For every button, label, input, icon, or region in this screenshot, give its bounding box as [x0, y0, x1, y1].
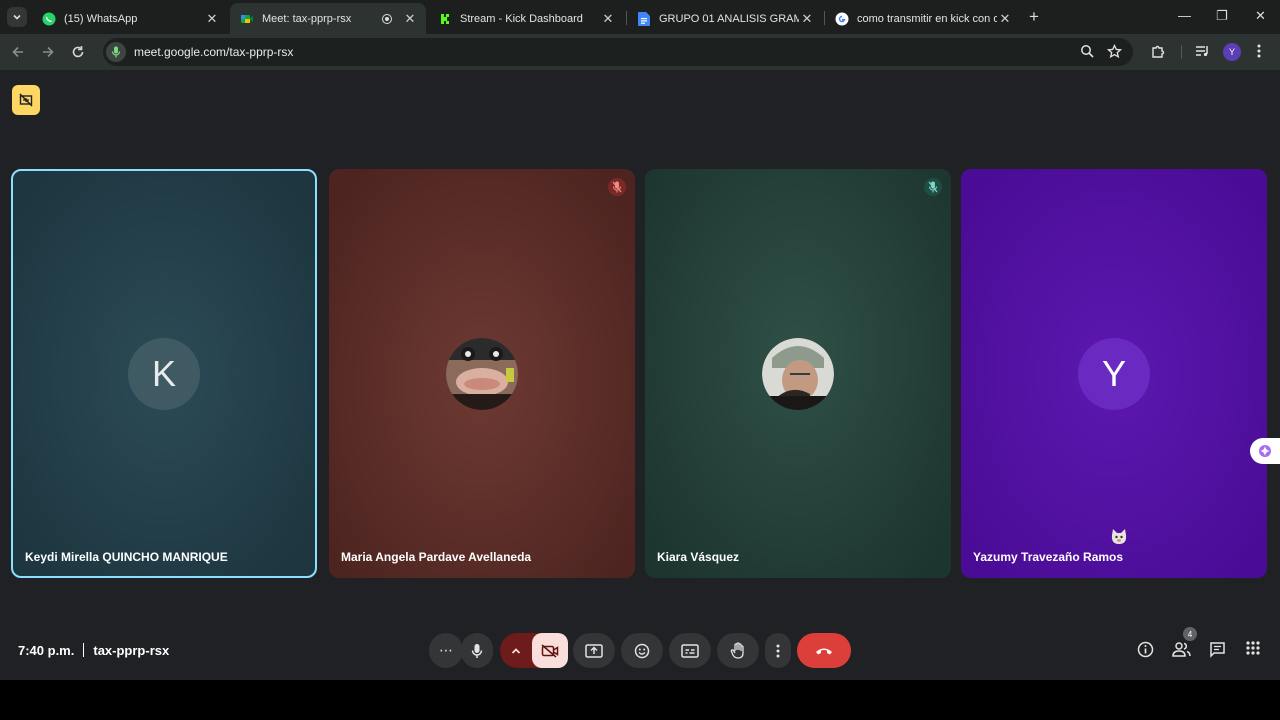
raise-hand-icon	[730, 642, 744, 659]
camera-options-button[interactable]	[500, 647, 532, 655]
camera-control-group	[500, 633, 568, 668]
extensions-icon[interactable]	[1150, 43, 1166, 59]
tab-title: como transmitir en kick con ob	[857, 12, 997, 25]
tab-title: (15) WhatsApp	[64, 12, 138, 25]
participant-name: Yazumy Travezaño Ramos	[973, 550, 1124, 564]
forward-icon[interactable]	[41, 45, 55, 59]
docs-icon	[637, 11, 651, 26]
kebab-menu-icon	[776, 644, 780, 657]
kebab-menu-icon[interactable]	[1256, 43, 1262, 59]
leave-call-button[interactable]	[797, 633, 851, 668]
participant-tile[interactable]: K Keydi Mirella QUINCHO MANRIQUE	[11, 169, 317, 578]
profile-avatar[interactable]: Y	[1223, 43, 1241, 61]
more-options-button[interactable]	[765, 633, 791, 668]
tab-strip: (15) WhatsApp ✕ Meet: tax-pprp-rsx ✕ Str…	[0, 0, 1280, 34]
address-bar[interactable]: meet.google.com/tax-pprp-rsx	[103, 38, 1133, 66]
raise-hand-button[interactable]	[717, 633, 759, 668]
participant-count-badge: 4	[1183, 627, 1197, 641]
tab-search-button[interactable]	[7, 7, 27, 27]
toolbar-separator	[1181, 45, 1182, 59]
mic-off-icon	[608, 178, 626, 196]
close-tab-icon[interactable]: ✕	[799, 11, 815, 27]
chat-icon[interactable]	[1209, 641, 1226, 658]
reactions-button[interactable]	[621, 633, 663, 668]
participant-photo	[762, 337, 834, 410]
meet-stage: K Keydi Mirella QUINCHO MANRIQUE Maria A…	[0, 70, 1280, 680]
participant-name: Kiara Vásquez	[657, 550, 740, 564]
gemini-side-button[interactable]	[1250, 438, 1280, 464]
maximize-button[interactable]: ❐	[1216, 8, 1228, 24]
present-screen-button[interactable]	[573, 633, 615, 668]
tab-meet[interactable]: Meet: tax-pprp-rsx ✕	[230, 3, 426, 34]
tab-whatsapp[interactable]: (15) WhatsApp ✕	[32, 3, 228, 34]
media-controls-icon[interactable]	[1194, 43, 1210, 59]
participant-avatar: K	[128, 337, 200, 410]
ellipsis-icon: ⋯	[439, 642, 453, 658]
meeting-details-icon[interactable]	[1137, 641, 1154, 658]
present-to-all-icon	[585, 643, 603, 658]
emoji-icon	[634, 643, 650, 658]
close-tab-icon[interactable]: ✕	[402, 11, 418, 27]
closed-captions-icon	[681, 643, 699, 658]
mic-off-icon	[924, 178, 942, 196]
url-text: meet.google.com/tax-pprp-rsx	[134, 45, 294, 59]
back-icon[interactable]	[11, 45, 25, 59]
minimize-button[interactable]: —	[1178, 8, 1191, 23]
camera-blocked-badge[interactable]	[12, 85, 40, 115]
participant-name: Maria Angela Pardave Avellaneda	[341, 550, 532, 564]
cat-reaction-icon	[1111, 529, 1127, 544]
camera-off-button[interactable]	[532, 633, 568, 668]
close-tab-icon[interactable]: ✕	[600, 11, 616, 27]
tab-title: Stream - Kick Dashboard	[460, 12, 583, 25]
new-tab-button[interactable]: +	[1029, 8, 1039, 26]
activities-grid-icon[interactable]	[1246, 641, 1260, 655]
google-icon	[835, 12, 849, 26]
more-options-left-button[interactable]: ⋯	[429, 633, 463, 668]
phone-hangup-icon	[816, 648, 832, 654]
meet-icon	[240, 12, 254, 26]
kick-icon	[438, 11, 452, 26]
tab-title: Meet: tax-pprp-rsx	[262, 12, 352, 25]
bookmark-star-icon[interactable]	[1107, 44, 1122, 59]
chevron-down-icon	[13, 14, 21, 20]
tab-google-search[interactable]: como transmitir en kick con ob ✕	[825, 3, 1021, 34]
recording-icon	[382, 13, 392, 24]
camera-off-icon	[19, 93, 33, 107]
tab-kick[interactable]: Stream - Kick Dashboard ✕	[428, 3, 624, 34]
participant-name: Keydi Mirella QUINCHO MANRIQUE	[25, 550, 228, 564]
close-tab-icon[interactable]: ✕	[997, 11, 1013, 27]
letterbox-bar	[0, 680, 1280, 720]
browser-toolbar: meet.google.com/tax-pprp-rsx Y	[0, 34, 1280, 70]
participant-tile[interactable]: Y Yazumy Travezaño Ramos	[961, 169, 1267, 578]
zoom-icon[interactable]	[1080, 44, 1095, 59]
microphone-in-use-icon[interactable]	[106, 42, 126, 62]
gemini-icon	[1259, 445, 1271, 457]
chevron-up-icon	[511, 647, 521, 654]
participant-tile[interactable]: Maria Angela Pardave Avellaneda	[329, 169, 635, 578]
people-icon[interactable]	[1172, 641, 1191, 658]
captions-button[interactable]	[669, 633, 711, 668]
close-tab-icon[interactable]: ✕	[204, 11, 220, 27]
participant-photo	[446, 337, 518, 410]
microphone-icon	[471, 643, 483, 658]
video-off-icon	[541, 643, 559, 658]
close-window-button[interactable]: ✕	[1255, 8, 1266, 24]
reload-icon[interactable]	[71, 45, 85, 59]
divider	[83, 643, 85, 657]
tab-docs[interactable]: GRUPO 01 ANALISIS GRAMATI ✕	[627, 3, 823, 34]
current-time: 7:40 p.m.	[18, 643, 75, 658]
meeting-code: tax-pprp-rsx	[93, 643, 170, 658]
microphone-button[interactable]	[461, 633, 493, 668]
tab-title: GRUPO 01 ANALISIS GRAMATI	[659, 12, 799, 25]
participant-avatar: Y	[1078, 337, 1150, 410]
participant-tile[interactable]: Kiara Vásquez	[645, 169, 951, 578]
whatsapp-icon	[42, 12, 56, 26]
meeting-info: 7:40 p.m. tax-pprp-rsx	[18, 643, 169, 658]
